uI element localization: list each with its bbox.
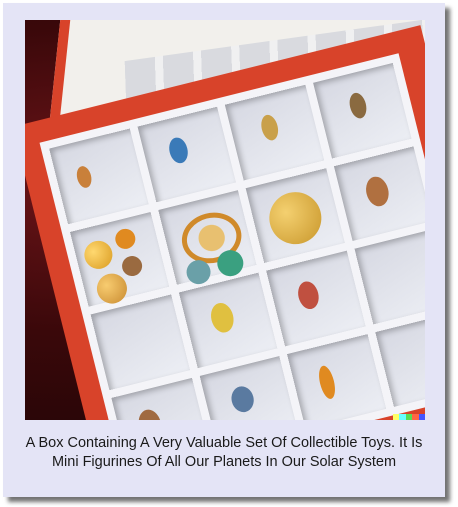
polaroid-frame: A Box Containing A Very Valuable Set Of … — [3, 3, 445, 497]
photo-caption: A Box Containing A Very Valuable Set Of … — [25, 435, 423, 470]
compartment — [266, 250, 366, 346]
compartment — [90, 294, 190, 390]
compartment-planets — [69, 211, 169, 307]
compartment — [286, 333, 386, 420]
compartment — [224, 84, 324, 181]
photo-collectible-box — [25, 20, 425, 420]
compartment — [374, 311, 425, 407]
compartment — [178, 272, 278, 368]
compartment-saturn — [157, 189, 257, 287]
compartment — [199, 355, 298, 420]
compartment — [137, 106, 236, 202]
compartment-grid — [39, 53, 425, 420]
compartment — [49, 128, 149, 224]
compartment — [333, 145, 425, 242]
compartment-jupiter — [245, 167, 345, 263]
compartment — [312, 62, 412, 159]
watermark-color-bar — [393, 414, 425, 420]
compartment — [354, 228, 425, 325]
